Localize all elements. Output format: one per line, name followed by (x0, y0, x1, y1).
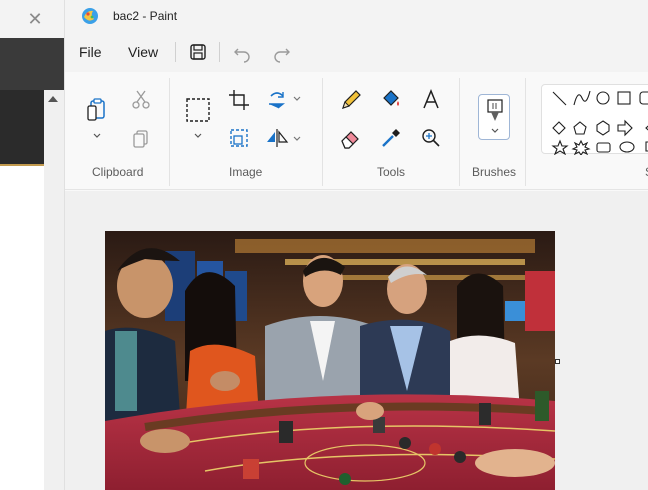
text-icon[interactable] (417, 86, 445, 114)
undo-icon[interactable] (231, 41, 253, 63)
magnifier-icon[interactable] (417, 124, 445, 152)
desktop: ✕ bac2 - Paint File View Clipboard Image… (0, 0, 648, 490)
copy-icon[interactable] (127, 124, 155, 152)
paste-icon[interactable] (83, 96, 111, 124)
chevron-down-icon[interactable] (293, 95, 301, 103)
color-picker-icon[interactable] (377, 124, 405, 152)
menu-file[interactable]: File (79, 44, 102, 60)
background-accent-line (0, 164, 44, 166)
group-label-brushes: Brushes (472, 165, 517, 179)
background-content-dark (0, 90, 44, 164)
scroll-up-icon[interactable] (48, 96, 58, 102)
crop-icon[interactable] (225, 86, 253, 114)
group-label-tools: Tools (377, 165, 406, 179)
window-title: bac2 - Paint (113, 9, 178, 23)
canvas-image[interactable] (105, 231, 555, 490)
menu-view[interactable]: View (128, 44, 158, 60)
resize-icon[interactable] (225, 124, 253, 152)
casino-photo (105, 231, 555, 490)
cut-icon[interactable] (127, 86, 155, 114)
brush-icon (487, 99, 503, 121)
scrollbar[interactable] (44, 90, 64, 490)
menu-divider (175, 42, 176, 62)
paint-window: bac2 - Paint File View Clipboard Image T… (64, 0, 648, 490)
group-divider (459, 78, 460, 186)
background-window: ✕ (0, 0, 64, 490)
background-titlebar: ✕ (0, 0, 64, 38)
group-label-image: Image (229, 165, 263, 179)
group-divider (525, 78, 526, 186)
canvas-area[interactable] (65, 191, 648, 490)
titlebar: bac2 - Paint (65, 0, 648, 32)
flip-icon[interactable] (263, 124, 291, 152)
group-label-clipboard: Clipboard (92, 165, 144, 179)
eraser-icon[interactable] (337, 124, 365, 152)
chevron-down-icon[interactable] (93, 132, 101, 140)
fill-icon[interactable] (377, 86, 405, 114)
save-icon[interactable] (187, 41, 209, 63)
pencil-icon[interactable] (337, 86, 365, 114)
group-divider (322, 78, 323, 186)
rotate-icon[interactable] (263, 86, 291, 114)
close-icon[interactable]: ✕ (25, 9, 45, 29)
menu-divider-2 (219, 42, 220, 62)
chevron-down-icon (491, 128, 499, 133)
select-icon[interactable] (184, 96, 212, 124)
menubar: File View (65, 32, 648, 72)
redo-icon[interactable] (271, 41, 293, 63)
background-toolbar (0, 38, 64, 110)
shapes-grid (551, 90, 648, 155)
ribbon: Clipboard Image Tools Brushes (65, 72, 648, 190)
shapes-gallery[interactable] (541, 84, 648, 155)
chevron-down-icon[interactable] (293, 135, 301, 143)
chevron-down-icon[interactable] (194, 132, 202, 140)
brushes-button[interactable] (478, 94, 510, 140)
paint-app-icon (82, 8, 98, 24)
group-divider (169, 78, 170, 186)
resize-handle[interactable] (555, 359, 560, 364)
